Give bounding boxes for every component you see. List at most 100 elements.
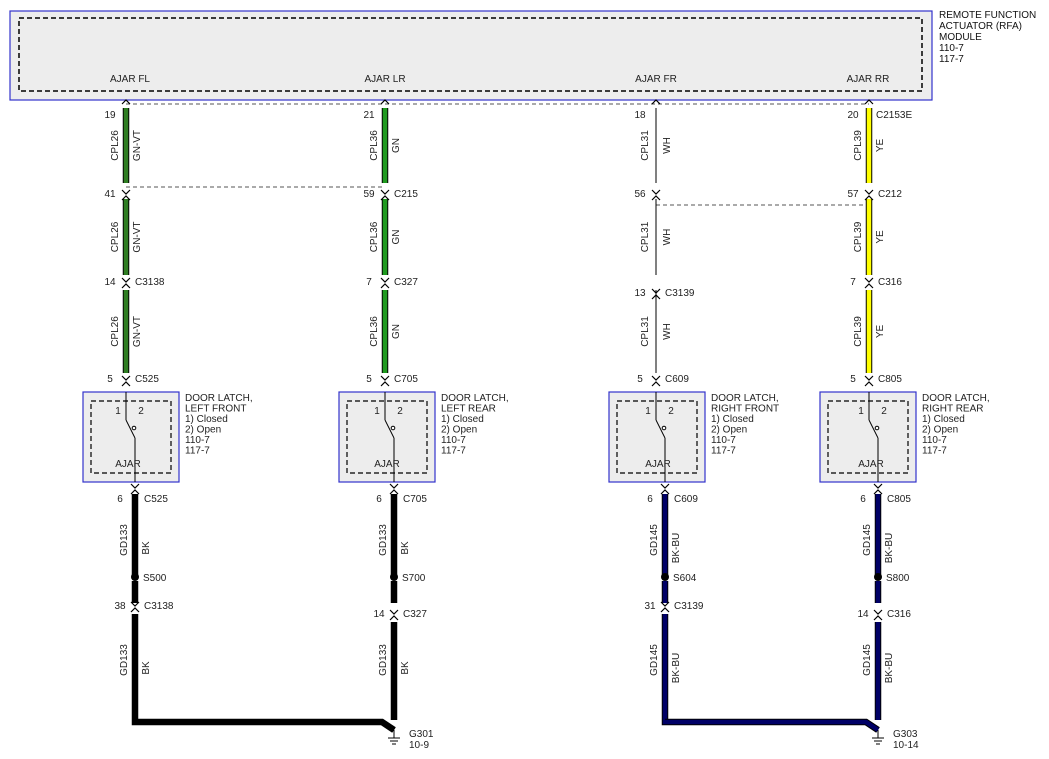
connector-pin-number: 5 bbox=[107, 374, 113, 385]
latch-bottom-connector-pin bbox=[389, 489, 399, 495]
wire-color-label: GN-VT bbox=[132, 316, 143, 347]
module-pin-number: 21 bbox=[363, 110, 375, 121]
connector-pin-number: 57 bbox=[847, 189, 859, 200]
door-latch-title-line: 2) Open bbox=[711, 425, 747, 436]
wire-color-label: GN bbox=[391, 230, 402, 245]
door-latch-fr: 1 2 AJAR DOOR LATCH,RIGHT FRONT1) Closed2) … bbox=[608, 391, 779, 483]
pin-label-ajar-lr: AJAR LR bbox=[364, 74, 405, 85]
splice-name: S700 bbox=[402, 573, 426, 584]
switch-function-label: AJAR bbox=[374, 459, 400, 470]
door-latch-title-line: DOOR LATCH, bbox=[922, 393, 990, 404]
connector-name: C215 bbox=[394, 189, 418, 200]
switch-pin-1: 1 bbox=[645, 406, 651, 417]
door-latch-title-line: DOOR LATCH, bbox=[711, 393, 779, 404]
inline-connector-socket bbox=[380, 277, 390, 283]
ground-inline-connector-socket bbox=[389, 609, 399, 615]
column-lr: 21CPL36 GNCPL36 GNCPL36 GN59 C2157 C3275 C7051… bbox=[338, 99, 509, 720]
circuit-label: CPL36 bbox=[369, 316, 380, 347]
splice-dot bbox=[661, 573, 669, 581]
connector-name: C316 bbox=[878, 277, 902, 288]
module-title-line-4: 110-7 bbox=[939, 43, 964, 54]
latch-bottom-connector-socket bbox=[660, 483, 670, 489]
connector-pin-number: 56 bbox=[634, 189, 646, 200]
connector-pin-number: 6 bbox=[647, 494, 653, 505]
inline-connector-pin bbox=[380, 283, 390, 289]
door-latch-title-line: 117-7 bbox=[711, 446, 736, 457]
circuit-label: CPL39 bbox=[853, 221, 864, 252]
door-latch-lr: 1 2 AJAR DOOR LATCH,LEFT REAR1) Closed2) Op… bbox=[338, 391, 509, 483]
ground-g301: G30110-9 bbox=[131, 718, 434, 751]
connector-name: C3139 bbox=[665, 288, 695, 299]
door-latch-title-line: 117-7 bbox=[922, 446, 947, 457]
column-fr: 18 CPL31 WH CPL31 WH CPL31 WH 56 13 C3139 5 C609 1 2 A… bbox=[608, 99, 779, 720]
latch-top-connector-socket bbox=[121, 375, 131, 381]
ground-paths: G30110-9 G30310-14 bbox=[131, 718, 919, 751]
inline-connector-socket bbox=[380, 189, 390, 195]
connector-pin-number: 7 bbox=[850, 277, 856, 288]
connector-pin-number: 6 bbox=[117, 494, 123, 505]
door-latch-title-line: 1) Closed bbox=[441, 414, 484, 425]
connector-pin-number: 14 bbox=[104, 277, 116, 288]
latch-top-connector-socket bbox=[380, 375, 390, 381]
circuit-label: GD145 bbox=[862, 524, 873, 556]
splice-name: S604 bbox=[673, 573, 697, 584]
module-title-line-3: MODULE bbox=[939, 32, 982, 43]
module-pin-number: 19 bbox=[104, 110, 116, 121]
connector-pin-number: 5 bbox=[366, 374, 372, 385]
connector-name: C705 bbox=[403, 494, 427, 505]
connector-name: C327 bbox=[394, 277, 418, 288]
circuit-label: CPL31 bbox=[640, 316, 651, 347]
circuit-label: GD133 bbox=[378, 524, 389, 556]
wiring-diagram: REMOTE FUNCTION ACTUATOR (RFA) MODULE 11… bbox=[9, 10, 1036, 751]
wire-color-label: BK bbox=[400, 541, 411, 555]
wire-color-label: WH bbox=[662, 229, 673, 246]
connector-name: C609 bbox=[665, 374, 689, 385]
latch-bottom-connector-pin bbox=[873, 489, 883, 495]
circuit-label: CPL39 bbox=[853, 316, 864, 347]
column-fl: 19 CPL26 GN-VT CPL26 GN-VT CPL26 GN-VT 41 14 C313… bbox=[82, 99, 253, 720]
connector-pin-number: 7 bbox=[366, 277, 372, 288]
latch-top-connector-socket bbox=[864, 375, 874, 381]
circuit-label: CPL36 bbox=[369, 221, 380, 252]
door-latch-title-line: RIGHT FRONT bbox=[711, 404, 779, 415]
connector-name: C3138 bbox=[144, 601, 174, 612]
ground-g303: G30310-14 bbox=[661, 718, 919, 751]
switch-pin-2: 2 bbox=[138, 406, 144, 417]
connector-pin-number: 14 bbox=[373, 609, 385, 620]
inline-connector-socket bbox=[121, 277, 131, 283]
circuit-columns: 19 CPL26 GN-VT CPL26 GN-VT CPL26 GN-VT 41 14 C313… bbox=[82, 99, 990, 720]
ground-ref: 10-14 bbox=[893, 740, 919, 751]
door-latch-title-line: 1) Closed bbox=[185, 414, 228, 425]
wire-color-label: WH bbox=[662, 323, 673, 340]
connector-name: C316 bbox=[887, 609, 911, 620]
inline-connector-socket bbox=[864, 189, 874, 195]
door-latch-title-line: 117-7 bbox=[185, 446, 210, 457]
door-latch-title-line: DOOR LATCH, bbox=[441, 393, 509, 404]
inline-connector-socket bbox=[121, 189, 131, 195]
connector-name: C525 bbox=[135, 374, 159, 385]
connector-pin-number: 6 bbox=[860, 494, 866, 505]
connector-pin-number: 38 bbox=[114, 601, 126, 612]
wire-color-label: GN-VT bbox=[132, 130, 143, 161]
latch-top-connector-pin bbox=[380, 381, 390, 387]
connector-pin-number: 13 bbox=[634, 288, 646, 299]
door-latch-title-line: 1) Closed bbox=[711, 414, 754, 425]
switch-pin-2: 2 bbox=[668, 406, 674, 417]
wire-color-label: BK-BU bbox=[671, 533, 682, 564]
connector-pin-number: 14 bbox=[857, 609, 869, 620]
wire-color-label: YE bbox=[875, 139, 886, 153]
switch-pin-1: 1 bbox=[858, 406, 864, 417]
circuit-label: GD145 bbox=[649, 524, 660, 556]
rfa-module-box bbox=[9, 10, 933, 101]
switch-function-label: AJAR bbox=[115, 459, 141, 470]
switch-contact-open bbox=[390, 425, 396, 431]
switch-contact-open bbox=[131, 425, 137, 431]
circuit-label: CPL39 bbox=[853, 130, 864, 161]
door-latch-title-line: 2) Open bbox=[185, 425, 221, 436]
door-latch-rr: 1 2 AJAR DOOR LATCH,RIGHT REAR1) Closed2) O… bbox=[819, 391, 990, 483]
wire-color-label: GN-VT bbox=[132, 221, 143, 252]
door-latch-title-line: 2) Open bbox=[922, 425, 958, 436]
inline-connector-pin bbox=[121, 283, 131, 289]
latch-bottom-connector-socket bbox=[389, 483, 399, 489]
connector-pin-number: 31 bbox=[644, 601, 656, 612]
